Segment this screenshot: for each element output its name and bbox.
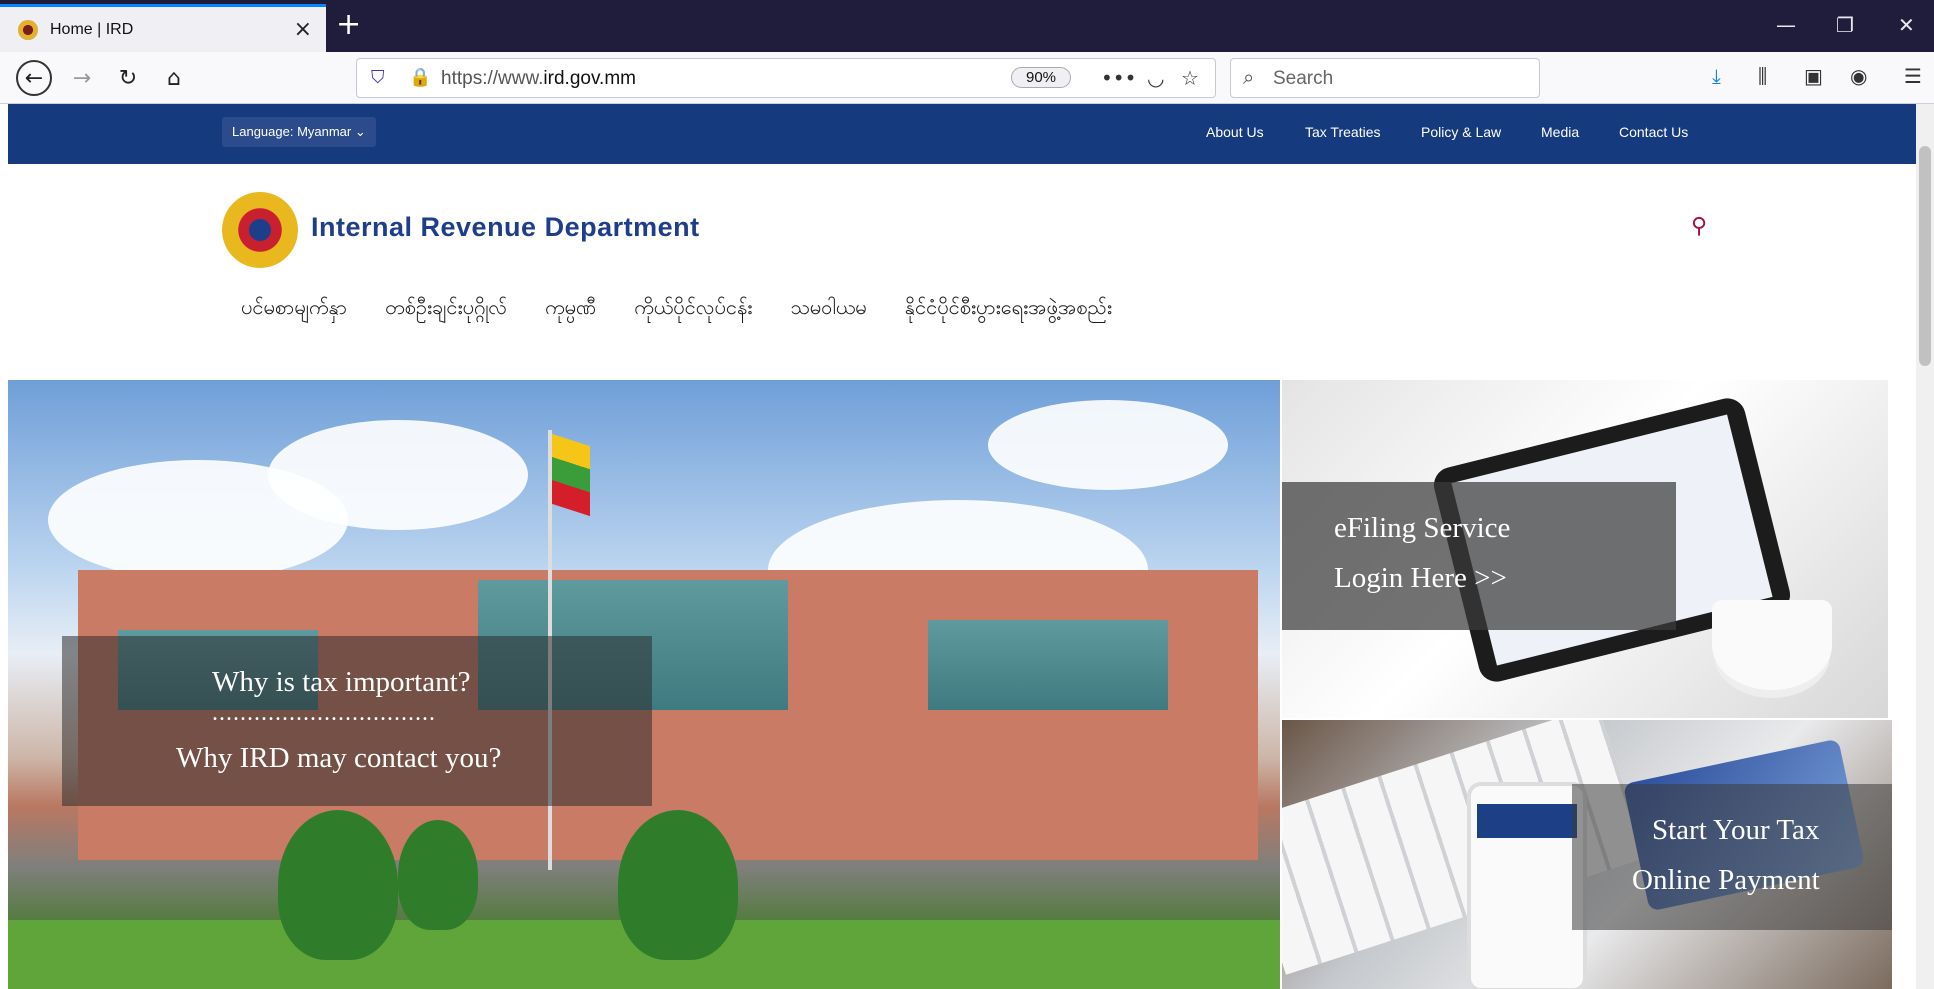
reload-icon[interactable]: ↻ — [110, 60, 146, 96]
page-actions-icon[interactable]: ••• — [1101, 66, 1136, 90]
shrub — [618, 810, 738, 960]
tracking-shield-icon[interactable]: ⛉ — [371, 67, 385, 88]
new-tab-button[interactable]: + — [336, 6, 361, 44]
hero-caption-line-2[interactable]: Why IRD may contact you? — [176, 742, 501, 775]
back-arrow-icon[interactable]: ← — [16, 60, 52, 96]
menu-item-company[interactable]: ကုမ္ပဏီ — [545, 294, 596, 324]
efiling-caption[interactable]: eFiling Service Login Here >> — [1282, 482, 1676, 630]
ird-logo[interactable] — [222, 192, 298, 268]
payment-caption-line-2[interactable]: Online Payment — [1632, 864, 1820, 897]
site-brand-title[interactable]: Internal Revenue Department — [311, 212, 700, 243]
hero-caption[interactable]: Why is tax important? ..................… — [62, 636, 652, 806]
payment-caption-line-1[interactable]: Start Your Tax — [1652, 814, 1819, 847]
building-window — [928, 620, 1168, 710]
page-viewport: Language: Myanmar ⌄ About Us Tax Treatie… — [8, 104, 1916, 989]
download-icon[interactable]: ⤓ — [1712, 64, 1721, 88]
site-search-icon[interactable]: ⚲ — [1691, 214, 1707, 239]
page-scrollbar[interactable] — [1916, 104, 1934, 989]
menu-icon[interactable]: ☰ — [1904, 64, 1922, 88]
address-bar[interactable]: ⛉ 🔒 https://www.ird.gov.mm 90% ••• ◡ ☆ — [356, 58, 1216, 98]
phone-screen-header — [1477, 804, 1577, 838]
menu-item-state-enterprise[interactable]: နိုင်ငံပိုင်စီးပွားရေးအဖွဲ့အစည်း — [905, 294, 1112, 324]
close-tab-icon[interactable]: × — [294, 16, 312, 44]
menu-item-cooperative[interactable]: သမဝါယမ — [790, 294, 866, 324]
browser-tab[interactable]: Home | IRD × — [0, 4, 326, 52]
payment-caption[interactable]: Start Your Tax Online Payment — [1572, 784, 1892, 930]
browser-tab-strip: Home | IRD × + — ❐ ✕ — [0, 0, 1934, 52]
cloud-shape — [268, 420, 528, 530]
restore-window-button[interactable]: ❐ — [1836, 10, 1854, 40]
top-link-policy-law[interactable]: Policy & Law — [1421, 124, 1501, 140]
zoom-indicator[interactable]: 90% — [1011, 67, 1072, 88]
close-window-button[interactable]: ✕ — [1898, 10, 1915, 40]
cup-image — [1712, 600, 1832, 690]
site-topbar: Language: Myanmar ⌄ About Us Tax Treatie… — [8, 104, 1916, 164]
top-link-tax-treaties[interactable]: Tax Treaties — [1305, 124, 1380, 140]
efiling-caption-line-1[interactable]: eFiling Service — [1334, 512, 1510, 545]
forward-arrow-icon[interactable]: → — [64, 60, 100, 96]
url-text[interactable]: https://www.ird.gov.mm — [441, 68, 636, 90]
hero-banner[interactable]: Why is tax important? ..................… — [8, 380, 1280, 989]
cloud-shape — [988, 400, 1228, 490]
bookmark-star-icon[interactable]: ☆ — [1181, 66, 1199, 90]
efiling-login-link[interactable]: Login Here >> — [1334, 562, 1507, 595]
menu-item-business[interactable]: ကိုယ်ပိုင်လုပ်ငန်း — [634, 294, 752, 324]
top-link-about-us[interactable]: About Us — [1206, 124, 1264, 140]
menu-item-home[interactable]: ပင်မစာမျက်နှာ — [241, 294, 347, 324]
main-menu: ပင်မစာမျက်နှာ တစ်ဦးချင်းပုဂ္ဂိုလ် ကုမ္ပဏ… — [241, 294, 1112, 324]
ird-favicon-icon — [18, 19, 38, 40]
menu-item-individual[interactable]: တစ်ဦးချင်းပုဂ္ဂိုလ် — [385, 294, 507, 324]
myanmar-flag — [552, 433, 590, 517]
top-link-media[interactable]: Media — [1541, 124, 1579, 140]
phone-image — [1467, 782, 1587, 989]
search-placeholder: Search — [1273, 68, 1334, 89]
pocket-icon[interactable]: ◡ — [1147, 66, 1164, 90]
tab-title: Home | IRD — [50, 20, 134, 38]
efiling-banner[interactable]: eFiling Service Login Here >> — [1282, 380, 1888, 718]
browser-search-input[interactable]: ⌕ Search — [1230, 58, 1540, 98]
browser-toolbar: ← → ↻ ⌂ ⛉ 🔒 https://www.ird.gov.mm 90% •… — [0, 52, 1934, 104]
lock-icon[interactable]: 🔒 — [409, 67, 431, 88]
hero-caption-divider: ................................ — [212, 700, 436, 726]
hero-caption-line-1[interactable]: Why is tax important? — [212, 666, 471, 699]
library-icon[interactable]: ⫼ — [1758, 64, 1767, 88]
shrub — [398, 820, 478, 930]
language-selector[interactable]: Language: Myanmar ⌄ — [222, 117, 376, 147]
sidebar-icon[interactable]: ▣ — [1804, 64, 1823, 88]
top-link-contact-us[interactable]: Contact Us — [1619, 124, 1688, 140]
account-icon[interactable]: ◉ — [1850, 64, 1867, 88]
scrollbar-thumb[interactable] — [1919, 146, 1931, 366]
search-icon: ⌕ — [1243, 65, 1255, 89]
online-payment-banner[interactable]: Start Your Tax Online Payment — [1282, 720, 1892, 989]
minimize-window-button[interactable]: — — [1776, 10, 1796, 40]
shrub — [278, 810, 398, 960]
home-icon[interactable]: ⌂ — [156, 60, 192, 96]
